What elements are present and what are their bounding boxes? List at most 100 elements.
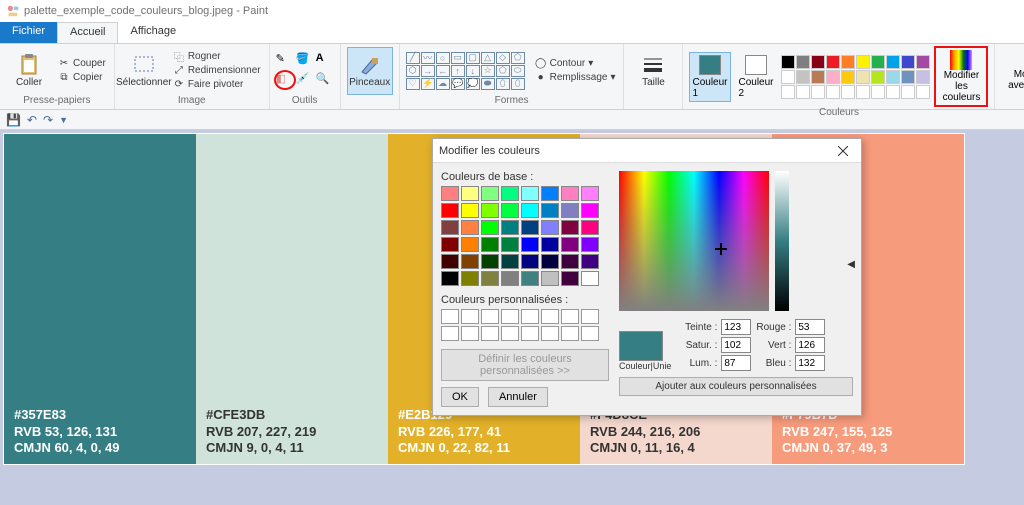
palette-swatch[interactable] <box>871 85 885 99</box>
brushes-button[interactable]: Pinceaux <box>347 47 393 95</box>
basic-color-swatch[interactable] <box>541 186 559 201</box>
tab-home[interactable]: Accueil <box>57 22 118 43</box>
luminance-slider[interactable] <box>775 171 789 311</box>
palette-swatch[interactable] <box>781 85 795 99</box>
redo-button[interactable]: ↷ <box>43 113 53 127</box>
close-button[interactable] <box>831 142 855 160</box>
palette-swatch[interactable] <box>886 70 900 84</box>
palette-swatch[interactable] <box>916 55 930 69</box>
size-button[interactable]: Taille <box>630 47 676 95</box>
palette-swatch[interactable] <box>856 70 870 84</box>
save-button[interactable]: 💾 <box>6 113 21 127</box>
basic-color-swatch[interactable] <box>541 220 559 235</box>
magnifier-tool[interactable]: 🔍 <box>316 72 334 90</box>
color2-button[interactable]: Couleur 2 <box>735 52 777 102</box>
basic-color-swatch[interactable] <box>501 186 519 201</box>
basic-colors-grid[interactable] <box>441 186 609 286</box>
palette-swatch[interactable] <box>826 70 840 84</box>
basic-color-swatch[interactable] <box>581 254 599 269</box>
basic-color-swatch[interactable] <box>441 186 459 201</box>
basic-color-swatch[interactable] <box>541 254 559 269</box>
ok-button[interactable]: OK <box>441 387 479 407</box>
basic-color-swatch[interactable] <box>461 237 479 252</box>
pencil-tool[interactable]: ✎ <box>276 52 294 70</box>
basic-color-swatch[interactable] <box>461 254 479 269</box>
basic-color-swatch[interactable] <box>581 203 599 218</box>
palette-swatch[interactable] <box>796 85 810 99</box>
eraser-tool[interactable]: ◧ <box>276 72 294 90</box>
edit-colors-button[interactable]: Modifier les couleurs <box>934 46 988 107</box>
basic-color-swatch[interactable] <box>541 203 559 218</box>
basic-color-swatch[interactable] <box>521 203 539 218</box>
custom-colors-grid[interactable] <box>441 309 609 341</box>
palette-swatch[interactable] <box>811 70 825 84</box>
basic-color-swatch[interactable] <box>461 220 479 235</box>
bucket-tool[interactable]: 🪣 <box>296 52 314 70</box>
basic-color-swatch[interactable] <box>481 271 499 286</box>
palette-swatch[interactable] <box>886 85 900 99</box>
green-input[interactable] <box>795 337 825 353</box>
basic-color-swatch[interactable] <box>501 271 519 286</box>
basic-color-swatch[interactable] <box>521 186 539 201</box>
basic-color-swatch[interactable] <box>481 203 499 218</box>
basic-color-swatch[interactable] <box>461 271 479 286</box>
tab-file[interactable]: Fichier <box>0 22 57 43</box>
basic-color-swatch[interactable] <box>561 237 579 252</box>
basic-color-swatch[interactable] <box>441 237 459 252</box>
hue-saturation-field[interactable] <box>619 171 769 311</box>
palette-swatch[interactable] <box>841 70 855 84</box>
basic-color-swatch[interactable] <box>561 220 579 235</box>
basic-color-swatch[interactable] <box>501 220 519 235</box>
palette-swatch[interactable] <box>916 70 930 84</box>
basic-color-swatch[interactable] <box>581 186 599 201</box>
basic-color-swatch[interactable] <box>581 237 599 252</box>
basic-color-swatch[interactable] <box>501 203 519 218</box>
palette-swatch[interactable] <box>856 55 870 69</box>
basic-color-swatch[interactable] <box>481 237 499 252</box>
basic-color-swatch[interactable] <box>561 271 579 286</box>
basic-color-swatch[interactable] <box>561 254 579 269</box>
shape-outline[interactable]: ◯Contour ▾ <box>533 57 618 71</box>
basic-color-swatch[interactable] <box>561 203 579 218</box>
qat-dropdown[interactable]: ▼ <box>59 115 68 125</box>
basic-color-swatch[interactable] <box>501 237 519 252</box>
palette-swatch[interactable] <box>796 55 810 69</box>
palette-swatch[interactable] <box>901 70 915 84</box>
select-button[interactable]: Sélectionner <box>121 47 167 95</box>
basic-color-swatch[interactable] <box>581 271 599 286</box>
basic-color-swatch[interactable] <box>461 186 479 201</box>
palette-swatch[interactable] <box>901 55 915 69</box>
hue-input[interactable] <box>721 319 751 335</box>
crop-button[interactable]: ⿻Rogner <box>171 50 263 64</box>
basic-color-swatch[interactable] <box>441 203 459 218</box>
palette-swatch[interactable] <box>826 85 840 99</box>
add-to-custom-button[interactable]: Ajouter aux couleurs personnalisées <box>619 377 853 396</box>
palette-swatch[interactable] <box>781 70 795 84</box>
tab-view[interactable]: Affichage <box>118 22 188 43</box>
palette-swatch[interactable] <box>826 55 840 69</box>
cancel-button[interactable]: Annuler <box>488 387 548 407</box>
lum-input[interactable] <box>721 355 751 371</box>
basic-color-swatch[interactable] <box>501 254 519 269</box>
basic-color-swatch[interactable] <box>481 220 499 235</box>
cut-button[interactable]: ✂Couper <box>56 57 108 71</box>
color1-button[interactable]: Couleur 1 <box>689 52 731 102</box>
basic-color-swatch[interactable] <box>521 271 539 286</box>
basic-color-swatch[interactable] <box>521 254 539 269</box>
palette-swatch[interactable] <box>811 55 825 69</box>
shapes-gallery[interactable]: ╱〰○▭▢△◇⬠ ⬡→←↑↓☆⬠⬭ ♡⚡☁💬💭⬬⬯⬯ <box>406 52 525 90</box>
undo-button[interactable]: ↶ <box>27 113 37 127</box>
palette-swatch[interactable] <box>871 55 885 69</box>
palette-swatch[interactable] <box>841 85 855 99</box>
basic-color-swatch[interactable] <box>541 271 559 286</box>
palette-swatch[interactable] <box>916 85 930 99</box>
paint3d-button[interactable]: 🎈 Modifier avec Paint 3D <box>1001 46 1024 104</box>
palette-swatch[interactable] <box>871 70 885 84</box>
palette-swatch[interactable] <box>886 55 900 69</box>
palette-swatch[interactable] <box>856 85 870 99</box>
palette-swatch[interactable] <box>811 85 825 99</box>
basic-color-swatch[interactable] <box>461 203 479 218</box>
palette-swatch[interactable] <box>796 70 810 84</box>
basic-color-swatch[interactable] <box>541 237 559 252</box>
basic-color-swatch[interactable] <box>441 254 459 269</box>
